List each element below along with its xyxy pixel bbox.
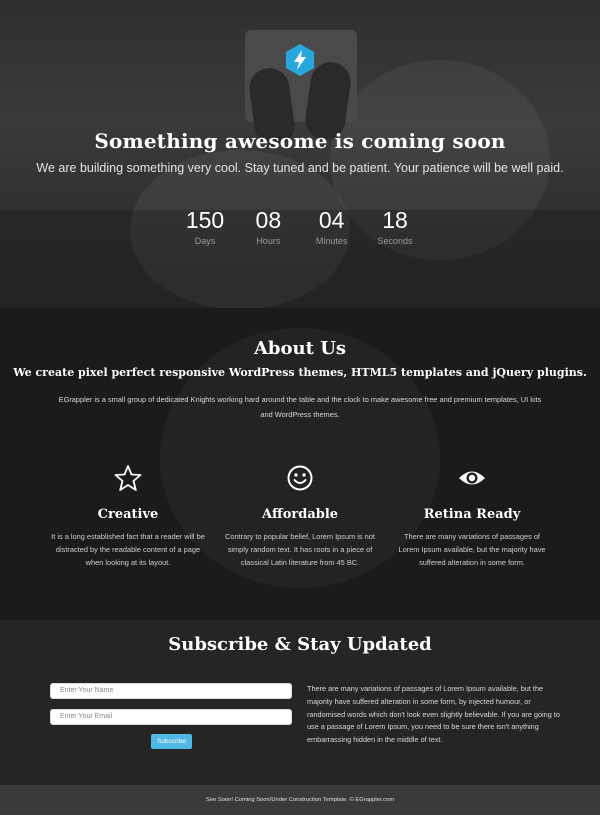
feature-text: Contrary to popular belief, Lorem Ipsum … [225,532,375,567]
feature-affordable: Affordable Contrary to popular belief, L… [217,461,383,569]
star-icon [45,461,211,495]
subscribe-section: Subscribe & Stay Updated Enter Your Name… [0,620,600,785]
countdown-minutes: 04 Minutes [302,207,362,246]
about-section: About Us We create pixel perfect respons… [0,308,600,620]
feature-title: Creative [97,507,159,522]
about-description: EGrappler is a small group of dedicated … [58,395,542,419]
countdown-hours: 08 Hours [238,207,298,246]
eye-icon [389,461,555,495]
footer-text: See Soon! Coming Soon/Under Construction… [205,797,395,803]
countdown-label: Hours [256,236,281,246]
feature-text: It is a long established fact that a rea… [51,532,205,567]
hero-subtitle: We are building something very cool. Sta… [36,161,564,175]
countdown-value: 150 [185,207,225,233]
countdown-value: 18 [382,207,408,233]
smiley-icon [217,461,383,495]
about-title: About Us [253,338,347,359]
countdown-days: 150 Days [175,207,235,246]
hero-section: Something awesome is coming soon We are … [0,0,600,308]
subscribe-description: There are many variations of passages of… [307,684,560,745]
footer: See Soon! Coming Soon/Under Construction… [0,785,600,815]
feature-title: Retina Ready [423,507,521,522]
countdown-label: Seconds [377,236,413,246]
about-tagline: We create pixel perfect responsive WordP… [13,366,587,379]
countdown-value: 08 [255,207,282,233]
countdown-label: Days [194,236,216,246]
feature-title: Affordable [261,507,339,522]
countdown-label: Minutes [315,236,348,246]
feature-retina-ready: Retina Ready There are many variations o… [389,461,555,569]
subscribe-title: Subscribe & Stay Updated [168,634,432,655]
email-field[interactable]: Enter Your Email [50,709,292,725]
feature-text: There are many variations of passages of… [398,532,546,567]
lightning-bolt-hexagon-icon [283,43,317,77]
hero-title: Something awesome is coming soon [94,129,506,153]
feature-creative: Creative It is a long established fact t… [45,461,211,569]
features: Creative It is a long established fact t… [45,461,555,569]
countdown-value: 04 [318,207,345,233]
countdown-seconds: 18 Seconds [365,207,425,246]
subscribe-button[interactable]: Subscribe [151,734,192,749]
countdown: 150 Days 08 Hours 04 Minutes 18 Seconds [175,207,425,246]
name-field[interactable]: Enter Your Name [50,683,292,699]
